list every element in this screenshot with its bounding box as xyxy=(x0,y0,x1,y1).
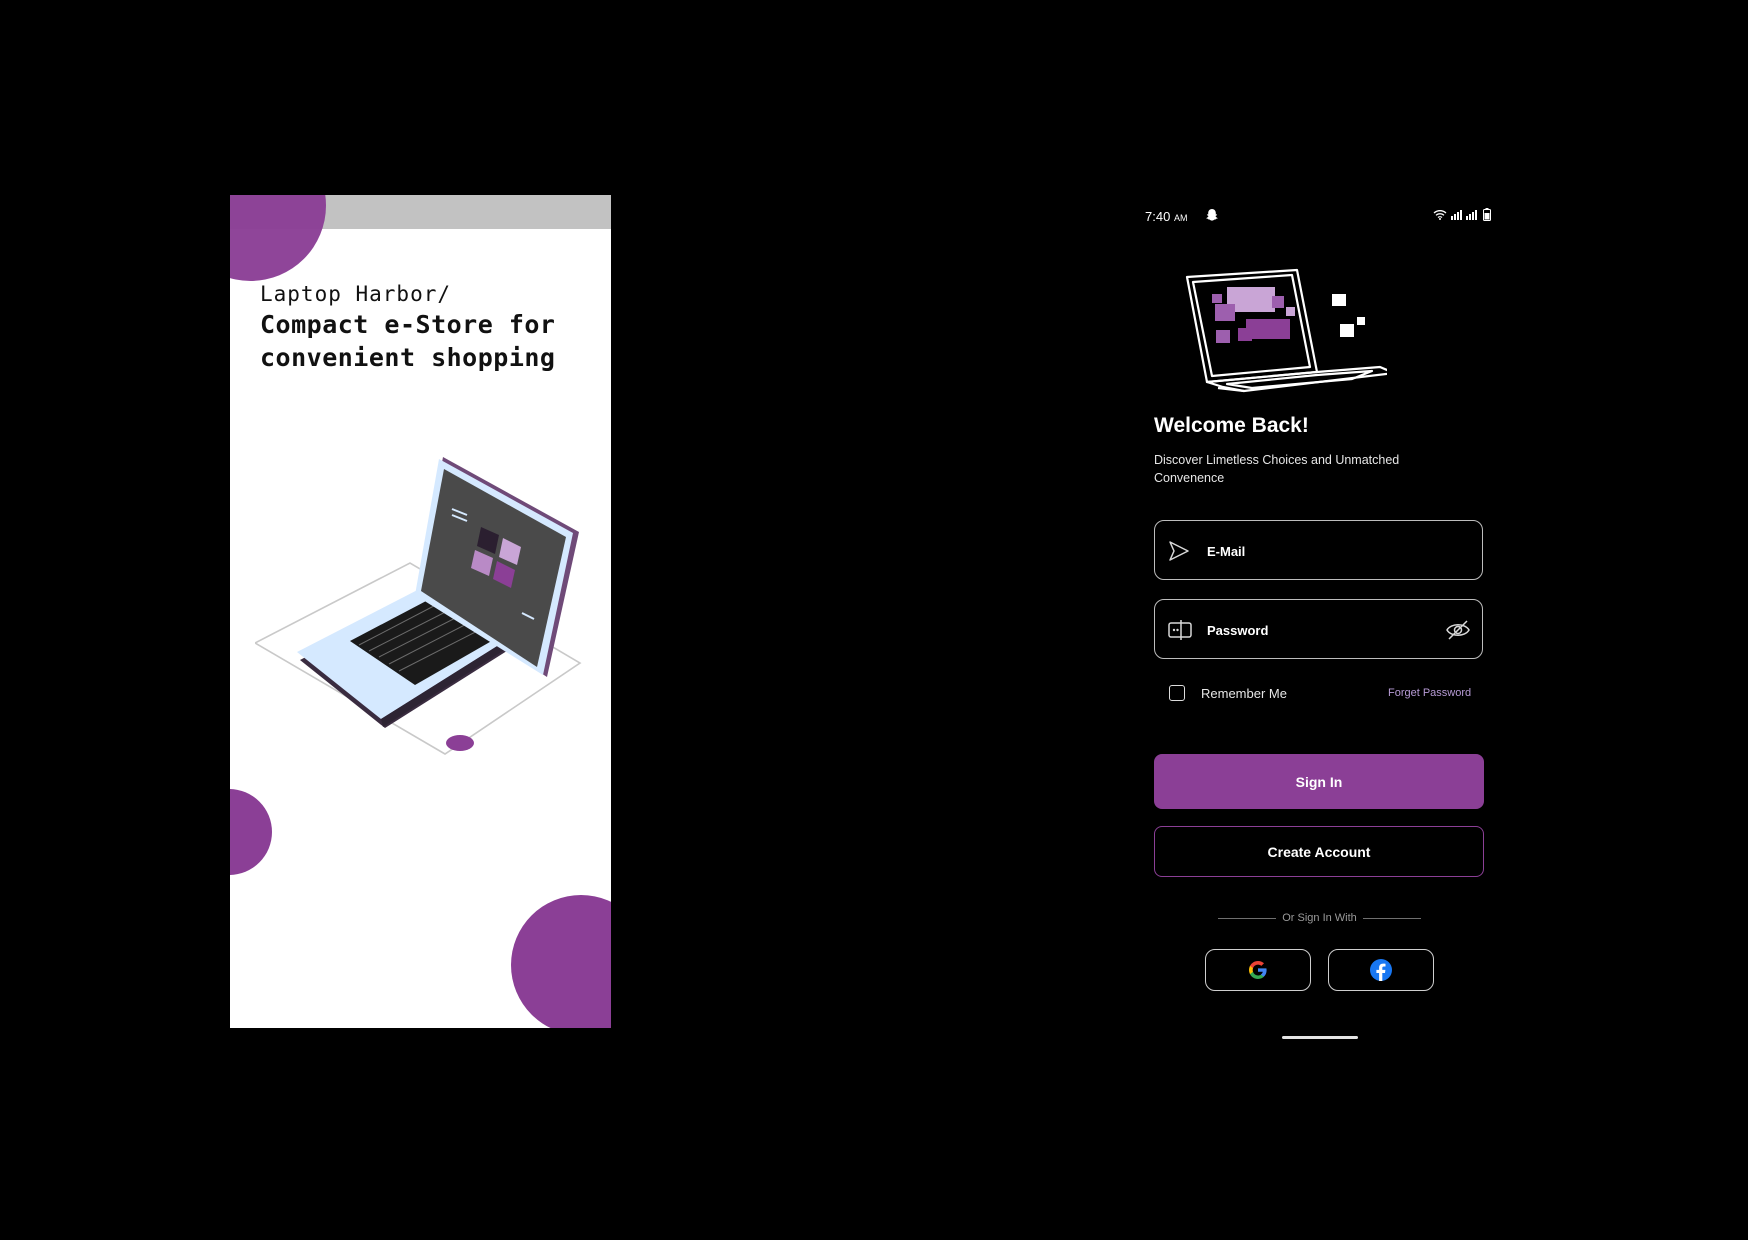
headline-line-2: convenient shopping xyxy=(260,343,556,372)
password-field xyxy=(1154,599,1483,659)
login-screen: 7:40 AM Welcome Back! Discover Limetless… xyxy=(1125,195,1505,1048)
laptop-outline-illustration xyxy=(1185,268,1387,393)
facebook-icon xyxy=(1370,959,1392,981)
google-sign-in-button[interactable] xyxy=(1205,949,1311,991)
divider-label: Or Sign In With xyxy=(1282,912,1357,924)
signal-icon xyxy=(1451,210,1477,220)
social-divider: Or Sign In With xyxy=(1218,912,1422,924)
email-input[interactable] xyxy=(1205,539,1439,563)
status-time: 7:40 AM xyxy=(1145,209,1188,224)
password-icon xyxy=(1168,620,1192,640)
facebook-sign-in-button[interactable] xyxy=(1328,949,1434,991)
send-icon xyxy=(1169,541,1189,561)
welcome-subtitle: Discover Limetless Choices and Unmatched… xyxy=(1154,453,1400,485)
battery-icon xyxy=(1483,208,1491,221)
remember-me-label: Remember Me xyxy=(1201,685,1287,701)
headline-line-1: Compact e-Store for xyxy=(260,310,556,339)
splash-headline: Compact e-Store for convenient shopping xyxy=(260,308,600,374)
sign-in-button[interactable]: Sign In xyxy=(1154,754,1484,809)
password-input[interactable] xyxy=(1205,618,1439,642)
home-indicator xyxy=(1282,1036,1358,1039)
welcome-title: Welcome Back! xyxy=(1154,414,1309,437)
remember-me-checkbox[interactable]: Remember Me xyxy=(1169,685,1287,701)
wifi-icon xyxy=(1433,210,1447,220)
splash-screen: Laptop Harbor/ Compact e-Store for conve… xyxy=(230,195,611,1028)
divider-line-right xyxy=(1362,917,1422,919)
email-field xyxy=(1154,520,1483,580)
google-icon xyxy=(1249,961,1267,979)
status-bar: 7:40 AM xyxy=(1145,207,1491,227)
checkbox-box[interactable] xyxy=(1169,685,1185,701)
create-account-button[interactable]: Create Account xyxy=(1154,826,1484,877)
snapchat-icon xyxy=(1205,208,1219,225)
divider-line-left xyxy=(1218,917,1277,919)
eye-off-icon[interactable] xyxy=(1446,619,1470,641)
laptop-illustration xyxy=(255,457,582,755)
decor-circle-top xyxy=(230,195,326,281)
brand-name: Laptop Harbor/ xyxy=(260,282,452,306)
forget-password-link[interactable]: Forget Password xyxy=(1388,687,1471,699)
